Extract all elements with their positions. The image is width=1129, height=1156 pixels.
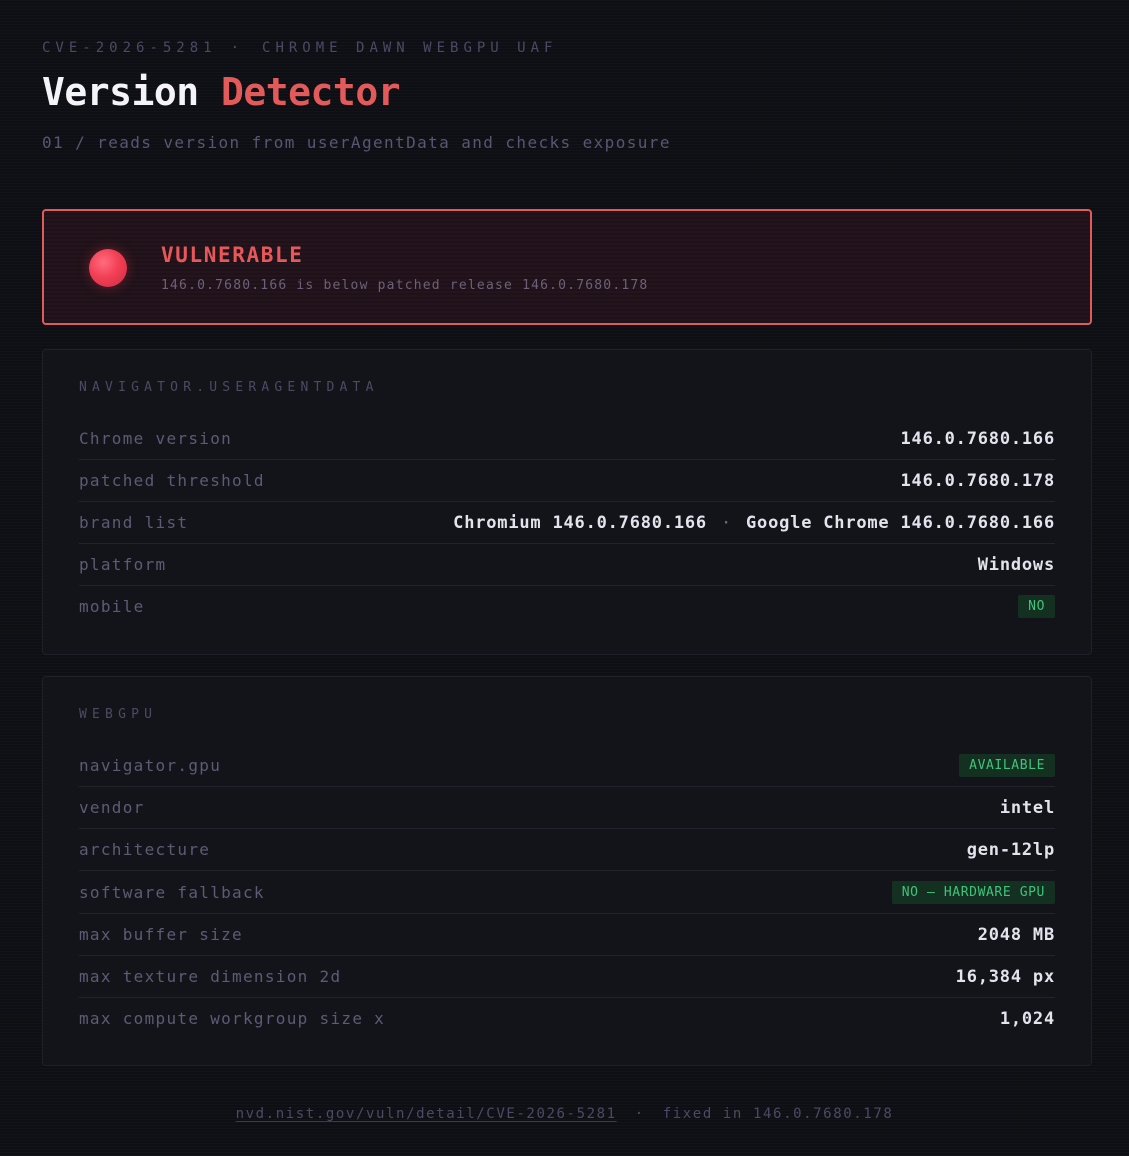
row-key: Chrome version bbox=[79, 429, 233, 448]
row-value: gen-12lp bbox=[966, 839, 1055, 860]
row-key: max compute workgroup size x bbox=[79, 1009, 386, 1028]
status-banner: VULNERABLE 146.0.7680.166 is below patch… bbox=[42, 209, 1092, 325]
row-key: max texture dimension 2d bbox=[79, 967, 342, 986]
row-platform: platform Windows bbox=[79, 544, 1055, 586]
brand-google-chrome: Google Chrome 146.0.7680.166 bbox=[746, 512, 1055, 533]
row-key: patched threshold bbox=[79, 471, 265, 490]
title-accent: Detector bbox=[221, 70, 401, 114]
webgpu-panel: WEBGPU navigator.gpu AVAILABLE vendor in… bbox=[42, 676, 1092, 1066]
row-key: architecture bbox=[79, 840, 211, 859]
header-kicker: CVE-2026-5281 · CHROME DAWN WEBGPU UAF bbox=[42, 40, 557, 56]
row-key: platform bbox=[79, 555, 167, 574]
row-key: navigator.gpu bbox=[79, 756, 222, 775]
row-key: brand list bbox=[79, 513, 189, 532]
title-main: Version bbox=[42, 70, 199, 114]
useragentdata-panel: NAVIGATOR.USERAGENTDATA Chrome version 1… bbox=[42, 349, 1092, 655]
row-brand-list: brand list Chromium 146.0.7680.166 · Googl… bbox=[79, 502, 1055, 544]
row-key: vendor bbox=[79, 798, 145, 817]
row-mobile: mobile NO bbox=[79, 586, 1055, 627]
row-navigator-gpu: navigator.gpu AVAILABLE bbox=[79, 745, 1055, 787]
fixed-in-text: fixed in 146.0.7680.178 bbox=[662, 1106, 894, 1122]
row-value: 2048 MB bbox=[977, 924, 1055, 945]
footer: nvd.nist.gov/vuln/detail/CVE-2026-5281 · f… bbox=[0, 1106, 1129, 1122]
row-vendor: vendor intel bbox=[79, 787, 1055, 829]
mobile-badge: NO bbox=[1018, 595, 1055, 618]
gpu-available-badge: AVAILABLE bbox=[959, 754, 1055, 777]
kicker-separator: · bbox=[230, 40, 245, 56]
row-value: Windows bbox=[977, 554, 1055, 575]
row-key: mobile bbox=[79, 597, 145, 616]
row-max-buffer-size: max buffer size 2048 MB bbox=[79, 914, 1055, 956]
status-detail: 146.0.7680.166 is below patched release … bbox=[161, 278, 649, 293]
row-chrome-version: Chrome version 146.0.7680.166 bbox=[79, 418, 1055, 460]
fallback-badge: NO — HARDWARE GPU bbox=[891, 880, 1055, 904]
row-patched-threshold: patched threshold 146.0.7680.178 bbox=[79, 460, 1055, 502]
row-key: software fallback bbox=[79, 882, 265, 902]
nvd-link[interactable]: nvd.nist.gov/vuln/detail/CVE-2026-5281 bbox=[236, 1106, 617, 1122]
row-value: 16,384 px bbox=[955, 966, 1055, 987]
component-name: CHROME DAWN WEBGPU UAF bbox=[262, 40, 558, 56]
row-value: intel bbox=[999, 797, 1055, 818]
useragentdata-rows: Chrome version 146.0.7680.166 patched th… bbox=[79, 418, 1055, 627]
status-label: VULNERABLE bbox=[161, 243, 304, 267]
row-max-compute-workgroup-size-x: max compute workgroup size x 1,024 bbox=[79, 998, 1055, 1039]
row-value: 1,024 bbox=[999, 1008, 1055, 1029]
webgpu-rows: navigator.gpu AVAILABLE vendor intel arc… bbox=[79, 745, 1055, 1039]
brand-chromium: Chromium 146.0.7680.166 bbox=[453, 512, 707, 533]
row-value: Chromium 146.0.7680.166 · Google Chrome 14… bbox=[453, 513, 1055, 533]
page-title: Version Detector bbox=[42, 70, 401, 114]
row-key: max buffer size bbox=[79, 925, 243, 944]
panel-title: WEBGPU bbox=[79, 707, 158, 722]
row-value: 146.0.7680.178 bbox=[900, 470, 1055, 491]
row-architecture: architecture gen-12lp bbox=[79, 829, 1055, 871]
status-indicator-icon bbox=[89, 249, 127, 287]
page-subtitle: 01 / reads version from userAgentData an… bbox=[42, 133, 671, 152]
row-value: 146.0.7680.166 bbox=[900, 428, 1055, 449]
panel-title: NAVIGATOR.USERAGENTDATA bbox=[79, 380, 379, 395]
cve-id: CVE-2026-5281 bbox=[42, 40, 217, 56]
brand-separator: · bbox=[720, 512, 733, 533]
row-software-fallback: software fallback NO — HARDWARE GPU bbox=[79, 871, 1055, 914]
footer-separator: · bbox=[634, 1106, 645, 1122]
row-max-texture-dimension-2d: max texture dimension 2d 16,384 px bbox=[79, 956, 1055, 998]
